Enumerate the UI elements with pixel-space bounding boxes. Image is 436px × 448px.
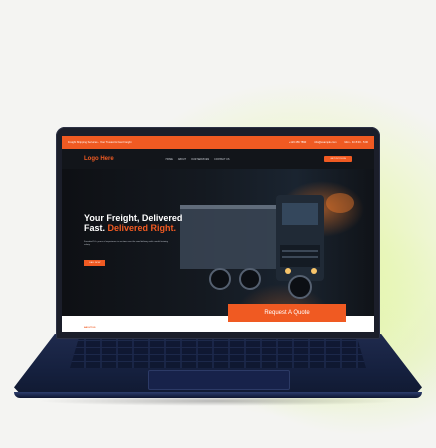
laptop-keyboard — [70, 338, 366, 368]
main-menu: HOME ABOUT OUR SERVICES CONTACT US — [166, 158, 230, 161]
hero-title-line1: Your Freight, Delivered — [84, 213, 183, 223]
hero-title-fast: Fast. — [84, 223, 106, 233]
truck-image — [180, 193, 354, 299]
topbar-email[interactable]: info@example.com — [314, 141, 336, 144]
laptop-trackpad — [148, 370, 290, 390]
laptop-screen: Freight Shipping Services - Your Trusted… — [62, 136, 374, 332]
call-now-button[interactable]: CALL NOW — [84, 260, 106, 266]
topbar-contact: +123 456 7890 info@example.com Mon - Fri… — [289, 141, 368, 144]
hero-section: Your Freight, Delivered Fast. Delivered … — [62, 169, 374, 316]
navigation-bar: Logo Here HOME ABOUT OUR SERVICES CONTAC… — [62, 149, 374, 169]
hero-description: Founded 10+ years of experience in on-ti… — [84, 241, 168, 246]
nav-item-home[interactable]: HOME — [166, 158, 173, 161]
nav-item-about[interactable]: ABOUT — [178, 158, 186, 161]
topbar-phone[interactable]: +123 456 7890 — [289, 141, 306, 144]
topbar-hours: Mon - Fri 8:00 - 5:00 — [344, 141, 369, 144]
request-quote-button[interactable]: Request A Quote — [228, 304, 346, 322]
about-heading: ABOUT US — [84, 327, 96, 329]
site-logo[interactable]: Logo Here — [84, 156, 114, 162]
hero-title: Your Freight, Delivered Fast. Delivered … — [84, 213, 244, 233]
nav-cta-button[interactable]: GET IN TOUCH — [324, 156, 352, 162]
nav-item-contact[interactable]: CONTACT US — [214, 158, 229, 161]
hero-title-accent: Delivered Right. — [107, 223, 177, 233]
nav-item-services[interactable]: OUR SERVICES — [191, 158, 209, 161]
top-info-bar: Freight Shipping Services - Your Trusted… — [62, 136, 374, 149]
topbar-tagline: Freight Shipping Services - Your Trusted… — [68, 141, 132, 144]
laptop-front-edge — [14, 392, 422, 398]
